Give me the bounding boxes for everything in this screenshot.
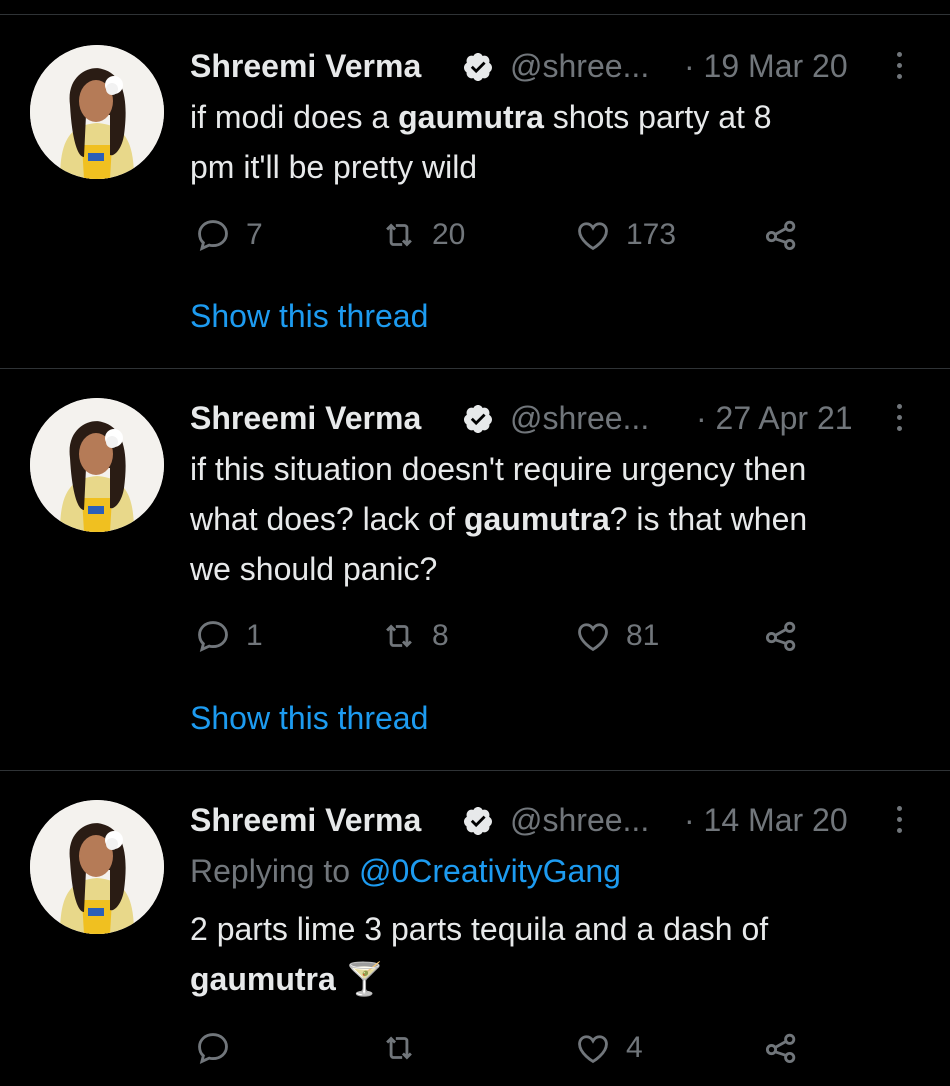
top-divider	[0, 14, 950, 15]
replying-prefix: Replying to	[190, 853, 359, 889]
like-icon	[578, 623, 608, 652]
verified-badge-icon	[463, 807, 492, 835]
retweet-icon	[386, 624, 412, 648]
reply-count: 7	[246, 218, 263, 251]
author-handle[interactable]: @shree...	[510, 400, 649, 437]
show-thread-link[interactable]: Show this thread	[190, 700, 428, 737]
more-icon[interactable]	[892, 404, 906, 434]
retweet-icon	[386, 1036, 412, 1060]
cocktail-emoji: 🍸	[335, 961, 385, 997]
avatar-image	[30, 398, 164, 532]
share-icon	[765, 621, 796, 652]
tweet-date[interactable]: · 19 Mar 20	[684, 48, 848, 85]
tweet-date[interactable]: · 27 Apr 21	[696, 400, 853, 437]
text-segment: pm it'll be pretty wild	[190, 149, 478, 185]
avatar-image	[30, 800, 164, 934]
share-button[interactable]	[762, 215, 800, 255]
author-name[interactable]: Shreemi Verma	[190, 48, 421, 85]
tweet-header: Shreemi Verma @shree... · 19 Mar 20	[190, 48, 920, 88]
text-segment: what does? lack of	[190, 501, 464, 537]
verified-badge-icon	[463, 53, 492, 81]
retweet-button[interactable]: 20	[380, 215, 465, 255]
more-icon[interactable]	[892, 806, 906, 836]
author-handle[interactable]: @shree...	[510, 48, 649, 85]
reply-icon	[198, 1033, 228, 1064]
text-segment: ? is that when	[609, 501, 808, 537]
retweet-count: 8	[432, 619, 449, 652]
avatar-image	[30, 45, 164, 179]
text-bold-segment: gaumutra	[190, 961, 336, 997]
share-button[interactable]	[762, 616, 800, 656]
tweet-divider	[0, 770, 950, 771]
retweet-button[interactable]: 8	[380, 616, 449, 656]
like-count: 173	[626, 218, 677, 251]
like-button[interactable]: 81	[574, 616, 659, 656]
text-segment: we should panic?	[190, 551, 438, 587]
tweet-header: Shreemi Verma @shree... · 27 Apr 21	[190, 400, 920, 440]
tweet-text: if modi does a gaumutra shots party at 8…	[190, 92, 930, 192]
tweet-actions: 7 20 173	[190, 215, 810, 255]
avatar[interactable]	[30, 45, 164, 179]
reply-count: 1	[246, 619, 263, 652]
avatar[interactable]	[30, 800, 164, 934]
avatar[interactable]	[30, 398, 164, 532]
share-icon	[765, 220, 796, 251]
retweet-button[interactable]	[380, 1028, 432, 1068]
reply-icon	[198, 220, 228, 251]
like-icon	[578, 1035, 608, 1064]
replying-mention-link[interactable]: @0CreativityGang	[359, 853, 621, 889]
text-segment: if modi does a	[190, 99, 399, 135]
retweet-count: 20	[432, 218, 466, 251]
more-icon[interactable]	[892, 52, 906, 82]
verified-badge-icon	[463, 405, 492, 433]
like-button[interactable]: 173	[574, 215, 676, 255]
tweet-actions: 4	[190, 1028, 810, 1068]
text-segment: shots party at 8	[543, 99, 772, 135]
text-bold-segment: gaumutra	[463, 501, 610, 537]
tweet-text: if this situation doesn't require urgenc…	[190, 444, 930, 594]
reply-button[interactable]	[194, 1028, 246, 1068]
author-name[interactable]: Shreemi Verma	[190, 400, 421, 437]
text-segment: if this situation doesn't require urgenc…	[190, 451, 807, 487]
like-icon	[578, 222, 608, 251]
tweet-text: 2 parts lime 3 parts tequila and a dash …	[190, 904, 930, 1004]
author-name[interactable]: Shreemi Verma	[190, 802, 421, 839]
tweet-divider	[0, 368, 950, 369]
tweet-actions: 1 8 81	[190, 616, 810, 656]
tweet-date[interactable]: · 14 Mar 20	[684, 802, 848, 839]
show-thread-link[interactable]: Show this thread	[190, 298, 428, 335]
tweet-header: Shreemi Verma @shree... · 14 Mar 20	[190, 802, 920, 842]
reply-button[interactable]: 7	[194, 215, 263, 255]
text-segment: 2 parts lime 3 parts tequila and a dash …	[190, 911, 769, 947]
retweet-icon	[386, 223, 412, 247]
like-count: 81	[626, 619, 660, 652]
reply-button[interactable]: 1	[194, 616, 263, 656]
author-handle[interactable]: @shree...	[510, 802, 649, 839]
like-button[interactable]: 4	[574, 1028, 643, 1068]
share-button[interactable]	[762, 1028, 800, 1068]
text-bold-segment: gaumutra	[398, 99, 544, 135]
reply-icon	[198, 621, 228, 652]
share-icon	[765, 1033, 796, 1064]
like-count: 4	[626, 1031, 643, 1064]
replying-to: Replying to @0CreativityGang	[190, 853, 621, 890]
